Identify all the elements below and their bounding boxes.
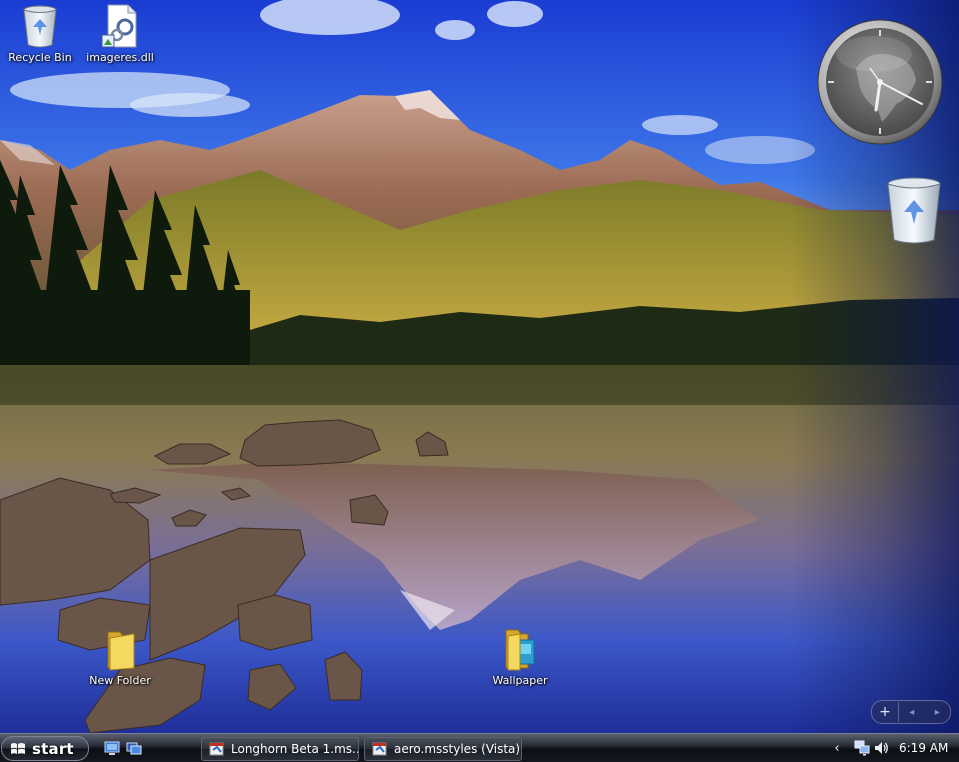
volume-icon[interactable] (873, 740, 889, 756)
new-folder-label: New Folder (89, 674, 151, 687)
dll-file-icon (100, 3, 140, 48)
desktop-icon-recycle-bin[interactable]: Recycle Bin (3, 3, 77, 64)
windows-logo-icon (11, 742, 25, 754)
msstyles-file-icon (372, 742, 387, 756)
desktop-icon-new-folder[interactable]: New Folder (83, 626, 157, 687)
previous-page-button[interactable]: ◂ (909, 707, 914, 718)
clock-time[interactable]: 6:19 AM (899, 741, 948, 755)
quick-launch (104, 740, 142, 756)
folder-icon (500, 626, 540, 671)
start-label: start (32, 739, 74, 758)
sidebar-controls: + ◂ ▸ (871, 700, 951, 724)
imageres-dll-label: imageres.dll (86, 51, 154, 64)
show-desktop-icon[interactable] (104, 740, 120, 756)
desktop-icon-imageres-dll[interactable]: imageres.dll (83, 3, 157, 64)
network-icon[interactable] (854, 740, 870, 756)
next-page-button[interactable]: ▸ (935, 707, 940, 718)
msstyles-file-icon (209, 742, 224, 756)
wallpaper-label: Wallpaper (492, 674, 548, 687)
recycle-bin-icon (20, 3, 60, 48)
start-button[interactable]: start (1, 736, 89, 761)
show-hidden-icons-button[interactable]: ‹ (830, 741, 844, 756)
folder-icon (100, 626, 140, 671)
gadget-navigation: ◂ ▸ (899, 707, 950, 718)
desktop-icon-wallpaper[interactable]: Wallpaper (483, 626, 557, 687)
taskbar: start Longhorn Beta 1.ms... aero.msstyle… (0, 733, 959, 762)
desktop[interactable]: Recycle Bin imageres.dll New Folder Wall… (0, 0, 959, 733)
switch-windows-icon[interactable] (126, 740, 142, 756)
taskbar-button-longhorn-beta[interactable]: Longhorn Beta 1.ms... (201, 737, 359, 761)
add-gadget-button[interactable]: + (872, 702, 899, 722)
taskbar-button-label: Longhorn Beta 1.ms... (231, 742, 359, 756)
recycle-bin-gadget[interactable] (884, 176, 946, 248)
taskbar-button-label: aero.msstyles (Vista)... (394, 742, 522, 756)
taskbar-button-aero-msstyles[interactable]: aero.msstyles (Vista)... (364, 737, 522, 761)
clock-gadget[interactable] (816, 18, 944, 146)
notification-area: ‹ 6:19 AM (826, 736, 959, 760)
recycle-bin-label: Recycle Bin (8, 51, 72, 64)
